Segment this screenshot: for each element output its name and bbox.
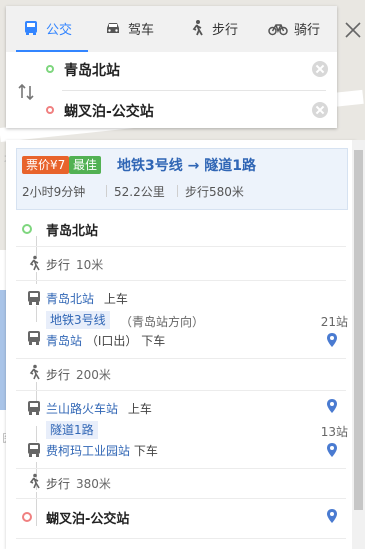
alight-station-link[interactable]: 费柯玛工业园站 xyxy=(46,444,130,458)
end-station: 蝴叉泊-公交站 xyxy=(46,512,130,527)
scrollbar-thumb[interactable] xyxy=(354,150,363,510)
board-step-1: 青岛北站 上车 xyxy=(46,290,128,307)
close-icon xyxy=(345,22,361,38)
route-summary[interactable]: 票价¥7 最佳 地铁3号线 → 隧道1路 2小时9分钟 52.2公里 步行580… xyxy=(16,148,348,210)
location-pin-icon[interactable] xyxy=(326,508,338,524)
bus-icon xyxy=(28,401,40,415)
origin-value: 青岛北站 xyxy=(64,63,120,79)
alight-exit: （I口出） xyxy=(85,334,138,348)
mode-tabs: 公交 驾车 步行 骑行 xyxy=(6,6,337,52)
walk-distance: 200米 xyxy=(76,368,111,382)
walk-icon xyxy=(29,255,40,271)
bus-icon xyxy=(28,291,40,305)
tab-bus-label: 公交 xyxy=(46,22,73,38)
alight-step-2: 费柯玛工业园站 下车 xyxy=(46,442,158,459)
location-pin-icon[interactable] xyxy=(326,332,338,348)
end-dot-icon xyxy=(22,512,32,522)
walk-label: 步行 xyxy=(46,477,71,491)
connector xyxy=(36,272,37,284)
location-pin-icon[interactable] xyxy=(326,398,338,414)
step-divider xyxy=(16,468,346,469)
walk-icon xyxy=(29,473,40,489)
tab-bike[interactable]: 骑行 xyxy=(268,6,320,50)
tab-bike-label: 骑行 xyxy=(294,22,321,38)
start-station: 青岛北站 xyxy=(46,224,99,239)
walk-distance: 380米 xyxy=(76,477,111,491)
walk-step-2: 步行 200米 xyxy=(46,366,111,383)
swap-icon xyxy=(18,83,34,101)
walk-label: 步行 xyxy=(46,368,71,382)
destination-dot-icon xyxy=(46,106,54,114)
distance: 52.2公里 xyxy=(114,185,165,199)
step-divider xyxy=(16,498,346,499)
price-badge: 票价¥7 xyxy=(22,156,70,174)
bus-icon xyxy=(25,21,37,35)
tab-walk-label: 步行 xyxy=(212,22,239,38)
start-dot-icon xyxy=(22,224,32,234)
duration: 2小时9分钟 xyxy=(22,185,86,199)
step-divider xyxy=(16,538,346,539)
board-station-link[interactable]: 青岛北站 xyxy=(46,292,94,306)
input-divider xyxy=(62,90,326,91)
step-divider xyxy=(16,280,346,281)
origin-field[interactable]: 青岛北站 xyxy=(40,51,328,87)
walk-label: 步行 xyxy=(46,258,71,272)
location-pin-icon[interactable] xyxy=(326,442,338,458)
connector xyxy=(36,306,37,322)
alight-step-1: 青岛站 （I口出） 下车 xyxy=(46,332,165,349)
tab-drive-label: 驾车 xyxy=(128,22,155,38)
meta-separator xyxy=(177,185,178,197)
walk-step-1: 步行 10米 xyxy=(46,256,103,273)
board-station-link[interactable]: 兰山路火车站 xyxy=(46,402,118,416)
route-lines: 地铁3号线 → 隧道1路 xyxy=(117,158,256,174)
line-direction: （青岛站方向） xyxy=(120,315,205,329)
destination-field[interactable]: 蝴叉泊-公交站 xyxy=(40,92,328,128)
swap-button[interactable] xyxy=(16,82,36,102)
board-action: 上车 xyxy=(103,292,128,306)
bus-icon xyxy=(28,331,40,345)
connector xyxy=(36,426,37,442)
step-divider xyxy=(16,246,346,247)
step-divider xyxy=(16,390,346,391)
destination-value: 蝴叉泊-公交站 xyxy=(64,104,154,120)
line-tag-subway[interactable]: 地铁3号线 xyxy=(46,311,110,329)
line-tag-bus[interactable]: 隧道1路 xyxy=(46,421,98,439)
step-divider xyxy=(16,358,346,359)
board-action: 上车 xyxy=(127,402,152,416)
best-badge: 最佳 xyxy=(69,156,102,174)
route-search-card: 公交 驾车 步行 骑行 青岛北站 蝴叉泊-公交站 xyxy=(6,6,337,128)
clear-origin-button[interactable] xyxy=(312,61,328,77)
walk-step-3: 步行 380米 xyxy=(46,475,111,492)
close-button[interactable] xyxy=(342,19,364,41)
tab-walk[interactable]: 步行 xyxy=(188,6,238,50)
route-result-panel: 票价¥7 最佳 地铁3号线 → 隧道1路 2小时9分钟 52.2公里 步行580… xyxy=(6,140,356,549)
alight-station-link[interactable]: 青岛站 xyxy=(46,334,82,348)
walk-icon xyxy=(29,364,40,380)
stop-count: 21站 xyxy=(320,315,348,329)
origin-dot-icon xyxy=(46,65,54,73)
clear-destination-button[interactable] xyxy=(312,102,328,118)
bike-icon xyxy=(268,24,288,36)
walk-icon xyxy=(192,20,203,36)
alight-action: 下车 xyxy=(141,334,166,348)
stop-count: 13站 xyxy=(320,425,348,439)
tab-drive[interactable]: 驾车 xyxy=(104,6,154,50)
car-icon xyxy=(107,23,119,33)
board-step-2: 兰山路火车站 上车 xyxy=(46,400,152,417)
walk-distance: 10米 xyxy=(76,258,104,272)
bus-icon xyxy=(28,443,40,457)
alight-action: 下车 xyxy=(133,444,158,458)
walk-distance: 步行580米 xyxy=(185,185,244,199)
meta-separator xyxy=(106,185,107,197)
tab-bus[interactable]: 公交 xyxy=(22,6,72,50)
